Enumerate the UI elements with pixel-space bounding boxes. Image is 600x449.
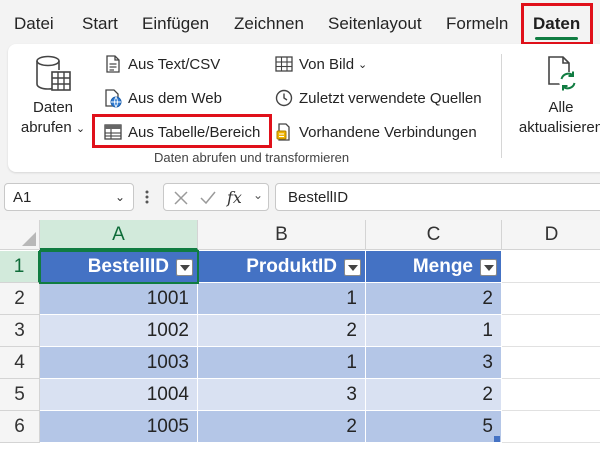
tab-daten-label: Daten — [533, 14, 581, 33]
table-icon — [104, 124, 122, 140]
from-text-csv-label: Aus Text/CSV — [128, 55, 221, 73]
table-header-cell-produktid[interactable]: ProduktID — [198, 251, 366, 283]
select-all-triangle-icon — [22, 232, 36, 246]
row-header-6[interactable]: 6 — [0, 411, 40, 443]
tab-seitenlayout[interactable]: Seitenlayout — [328, 14, 422, 34]
table-cell[interactable]: 2 — [198, 315, 366, 347]
column-header-b[interactable]: B — [198, 220, 366, 250]
name-box-value: A1 — [13, 189, 32, 206]
cancel-icon[interactable] — [173, 190, 189, 206]
table-header-label: Menge — [412, 256, 473, 277]
table-header-label: BestellID — [87, 256, 169, 277]
table-cell[interactable]: 2 — [198, 411, 366, 443]
table-cell[interactable]: 5 — [366, 411, 502, 443]
database-icon — [36, 55, 71, 91]
svg-text:fx: fx — [226, 188, 242, 207]
filter-dropdown-icon[interactable] — [480, 259, 497, 276]
tab-zeichnen[interactable]: Zeichnen — [234, 14, 304, 34]
table-resize-handle[interactable] — [494, 436, 500, 442]
from-picture-button[interactable]: Von Bild ⌄ — [274, 54, 367, 74]
existing-connections-button[interactable]: Vorhandene Verbindungen — [274, 122, 477, 142]
table-cell[interactable]: 1001 — [40, 283, 198, 315]
row-header-4[interactable]: 4 — [0, 347, 40, 379]
formula-action-buttons: fx ⌄ — [163, 183, 269, 211]
from-web-button[interactable]: Aus dem Web — [103, 88, 222, 108]
chevron-down-icon: ⌄ — [114, 190, 125, 204]
formula-value: BestellID — [288, 189, 349, 206]
column-header-c[interactable]: C — [366, 220, 502, 250]
worksheet-grid: A B C D 1 2 3 4 5 6 BestellID ProduktID … — [0, 220, 600, 449]
cell-d1[interactable] — [502, 251, 600, 283]
tab-einfuegen[interactable]: Einfügen — [142, 14, 209, 34]
chevron-down-icon[interactable]: ⌄ — [253, 188, 263, 202]
from-text-csv-button[interactable]: Aus Text/CSV — [103, 54, 220, 74]
insert-function-icon[interactable]: fx — [226, 188, 248, 208]
group-separator — [501, 54, 502, 158]
formula-bar: A1 ⌄ fx ⌄ BestellID — [0, 178, 600, 214]
row-header-1[interactable]: 1 — [0, 251, 40, 283]
web-page-icon — [105, 89, 122, 108]
table-cell[interactable]: 1 — [198, 347, 366, 379]
row-header-3[interactable]: 3 — [0, 315, 40, 347]
excel-window: Datei Start Einfügen Zeichnen Seitenlayo… — [0, 0, 600, 449]
menu-bar: Datei Start Einfügen Zeichnen Seitenlayo… — [0, 0, 600, 45]
connection-file-icon — [276, 123, 290, 141]
active-tab-underline — [535, 37, 579, 40]
table-cell[interactable]: 1005 — [40, 411, 198, 443]
from-table-range-button[interactable]: Aus Tabelle/Bereich — [103, 122, 260, 142]
recent-sources-label: Zuletzt verwendete Quellen — [299, 89, 482, 107]
ribbon-data-tab: Daten abrufen ⌄ Aus Text/CSV Aus dem Web… — [8, 44, 600, 172]
get-data-label-line2: abrufen ⌄ — [20, 119, 86, 136]
from-picture-label: Von Bild — [299, 55, 355, 73]
refresh-all-button[interactable]: Alle aktualisieren — [513, 54, 600, 138]
formula-input[interactable]: BestellID — [275, 183, 600, 211]
table-cell[interactable]: 1004 — [40, 379, 198, 411]
cell-d3[interactable] — [502, 315, 600, 347]
table-cell[interactable]: 1003 — [40, 347, 198, 379]
filter-dropdown-icon[interactable] — [176, 259, 193, 276]
from-web-label: Aus dem Web — [128, 89, 222, 107]
group-label-get-transform: Daten abrufen und transformieren — [154, 150, 350, 165]
picture-table-icon — [275, 56, 293, 72]
table-cell[interactable]: 1002 — [40, 315, 198, 347]
from-table-range-label: Aus Tabelle/Bereich — [128, 123, 261, 141]
table-cell[interactable]: 3 — [198, 379, 366, 411]
tab-formeln[interactable]: Formeln — [446, 14, 508, 34]
column-header-a[interactable]: A — [40, 220, 198, 250]
table-cell[interactable]: 2 — [366, 283, 502, 315]
table-header-cell-menge[interactable]: Menge — [366, 251, 502, 283]
confirm-icon[interactable] — [199, 190, 217, 206]
table-cell[interactable]: 3 — [366, 347, 502, 379]
recent-sources-button[interactable]: Zuletzt verwendete Quellen — [274, 88, 482, 108]
clock-icon — [275, 89, 293, 107]
cell-d5[interactable] — [502, 379, 600, 411]
existing-connections-label: Vorhandene Verbindungen — [299, 123, 477, 141]
row-header-5[interactable]: 5 — [0, 379, 40, 411]
name-box[interactable]: A1 ⌄ — [4, 183, 134, 211]
tab-datei[interactable]: Datei — [14, 14, 54, 34]
select-all-corner[interactable] — [0, 220, 40, 250]
get-data-label-line1: Daten — [32, 99, 74, 116]
table-cell[interactable]: 1 — [366, 315, 502, 347]
more-options-icon[interactable] — [144, 189, 150, 205]
refresh-icon — [548, 56, 577, 91]
tab-daten[interactable]: Daten — [533, 14, 581, 40]
refresh-all-label-line2: aktualisieren — [518, 119, 600, 136]
cell-d4[interactable] — [502, 347, 600, 379]
chevron-down-icon: ⌄ — [358, 58, 368, 71]
filter-dropdown-icon[interactable] — [344, 259, 361, 276]
cell-d2[interactable] — [502, 283, 600, 315]
tab-start[interactable]: Start — [82, 14, 118, 34]
table-cell[interactable]: 1 — [198, 283, 366, 315]
table-cell[interactable]: 2 — [366, 379, 502, 411]
table-header-cell-bestellid[interactable]: BestellID — [40, 251, 198, 283]
get-data-button[interactable]: Daten abrufen ⌄ — [14, 54, 92, 139]
refresh-all-label-line1: Alle — [548, 99, 574, 116]
column-header-d[interactable]: D — [502, 220, 600, 250]
cell-d6[interactable] — [502, 411, 600, 443]
text-file-icon — [106, 55, 120, 73]
table-header-label: ProduktID — [246, 256, 337, 277]
row-header-2[interactable]: 2 — [0, 283, 40, 315]
chevron-down-icon: ⌄ — [75, 123, 86, 135]
